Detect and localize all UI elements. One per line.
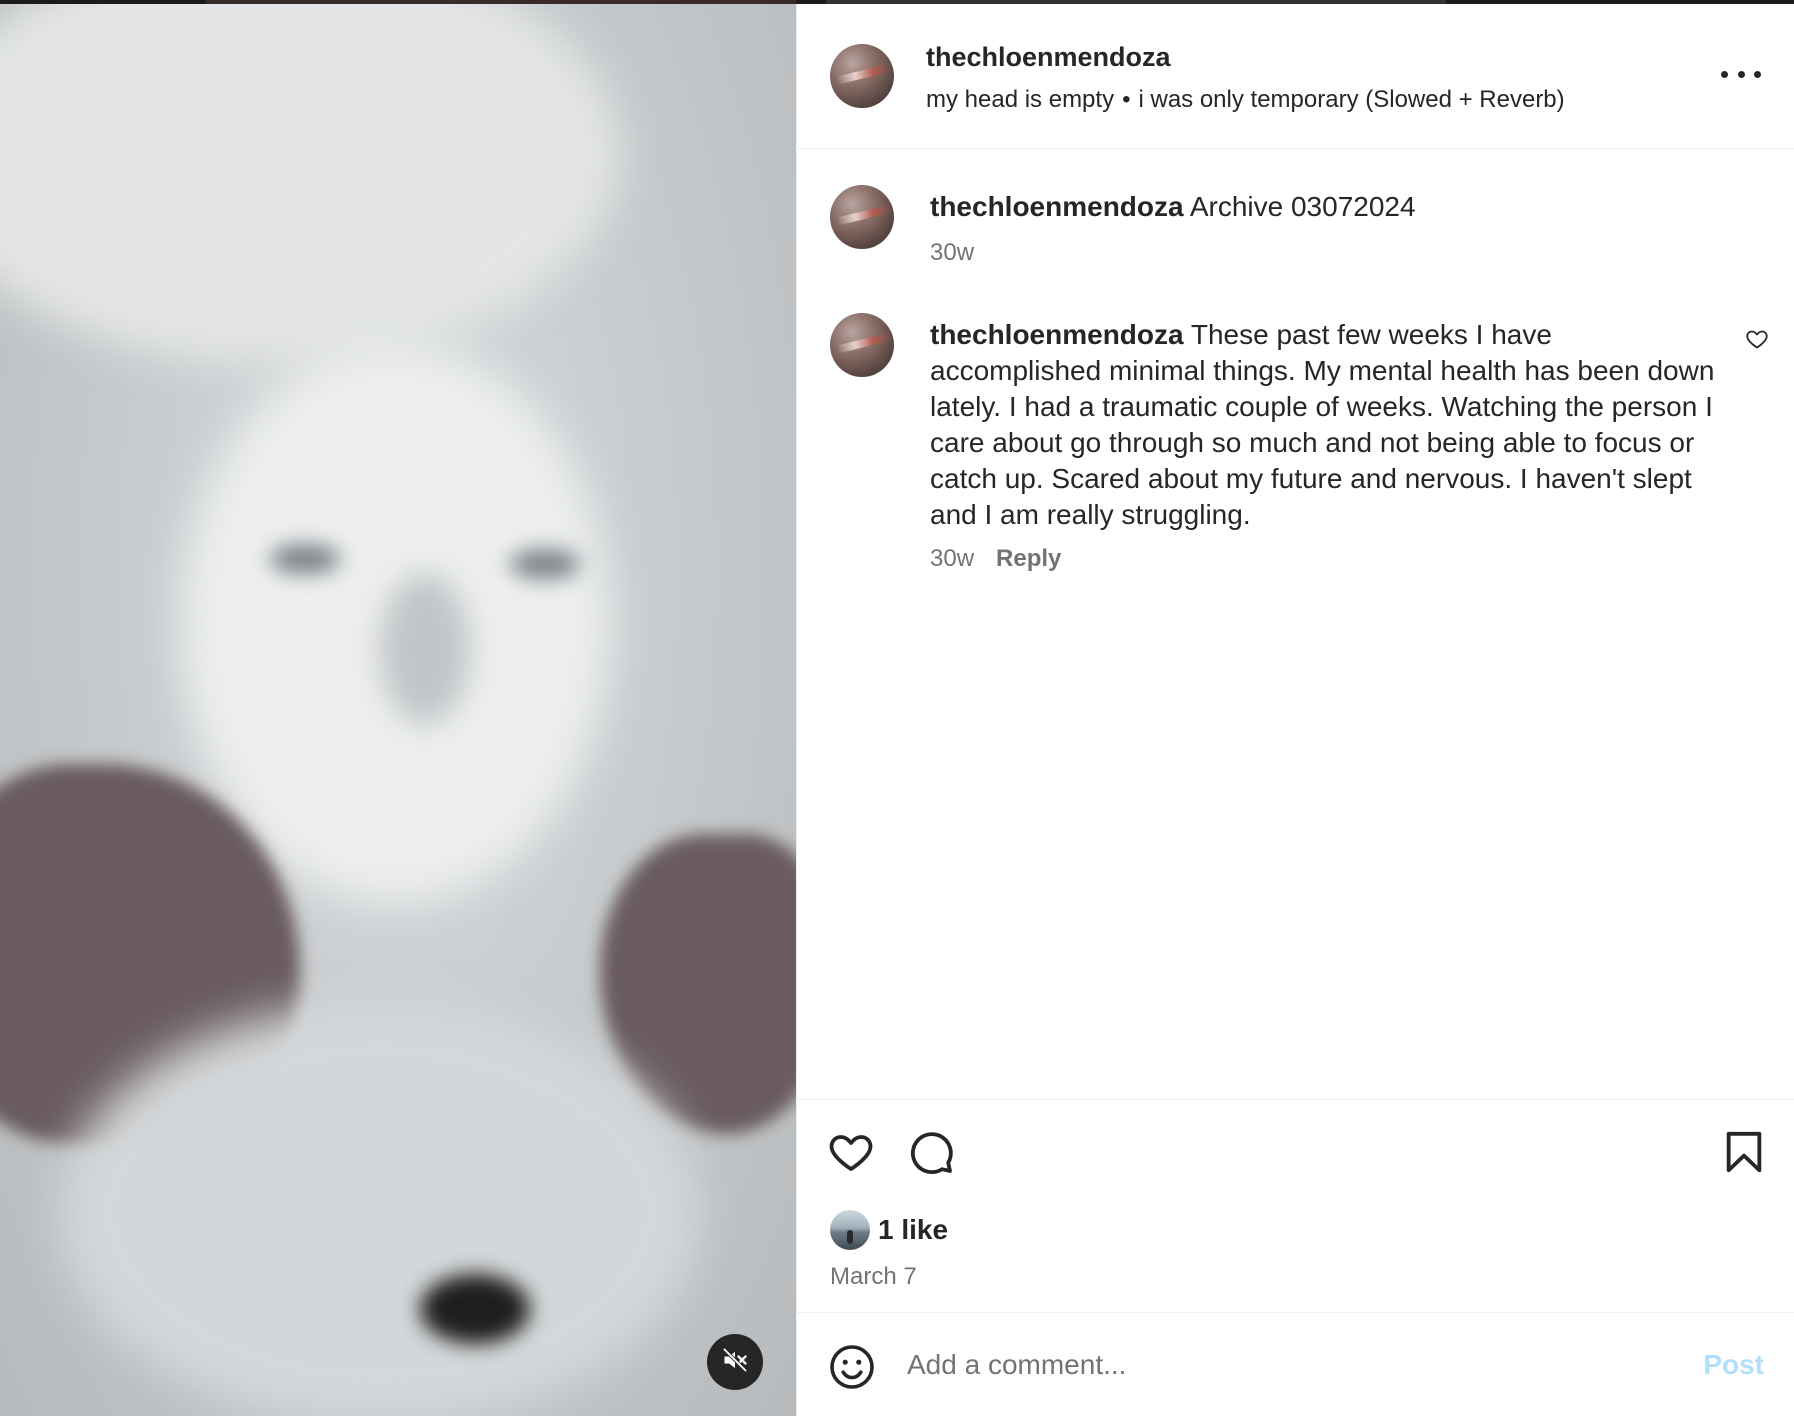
post-actions: 1 like March 7 — [797, 1099, 1794, 1312]
liker-avatar[interactable] — [830, 1210, 870, 1250]
reply-button[interactable]: Reply — [996, 545, 1061, 572]
audio-separator: • — [1122, 86, 1131, 113]
comment-bubble-icon[interactable] — [907, 1128, 955, 1181]
post-header: thechloenmendoza my head is empty • i was … — [797, 4, 1794, 149]
comment-username[interactable]: thechloenmendoza — [930, 191, 1184, 222]
comment-text: Archive 03072024 — [1189, 191, 1416, 222]
post-side-panel: thechloenmendoza my head is empty • i was … — [796, 4, 1794, 1416]
post-date[interactable]: March 7 — [830, 1263, 917, 1291]
emoji-smile-icon[interactable] — [828, 1343, 876, 1396]
comment-body: thechloenmendoza These past few weeks I … — [930, 317, 1720, 533]
avatar[interactable] — [830, 44, 894, 108]
video-shadow-shape — [380, 574, 470, 724]
video-blur-shape — [60, 1004, 700, 1416]
audio-song[interactable]: i was only temporary (Slowed + Reverb) — [1138, 86, 1564, 113]
comment-meta: 30w Reply — [930, 545, 1061, 573]
comment-composer: Post — [797, 1312, 1794, 1416]
speaker-muted-icon — [721, 1346, 749, 1379]
video-blur-shape — [0, 4, 620, 364]
comment-username[interactable]: thechloenmendoza — [930, 319, 1184, 350]
comment-time[interactable]: 30w — [930, 239, 974, 266]
comment-input[interactable] — [907, 1339, 1667, 1391]
audio-track[interactable]: my head is empty — [926, 86, 1114, 113]
video-dark-shape — [420, 1274, 530, 1344]
post-comment-button[interactable]: Post — [1703, 1349, 1764, 1381]
post-video[interactable] — [0, 4, 796, 1416]
heart-icon[interactable] — [827, 1128, 875, 1181]
comment-time[interactable]: 30w — [930, 545, 974, 572]
comment-body: thechloenmendoza Archive 03072024 — [930, 189, 1720, 225]
audio-attribution[interactable]: my head is empty • i was only temporary (S… — [926, 86, 1565, 114]
bookmark-icon[interactable] — [1721, 1128, 1767, 1181]
post-author-username[interactable]: thechloenmendoza — [926, 42, 1171, 73]
comment-heart-icon[interactable] — [1745, 327, 1769, 356]
comment-text: These past few weeks I have accomplished… — [930, 319, 1715, 530]
avatar[interactable] — [830, 185, 894, 249]
caption-comment: thechloenmendoza Archive 03072024 30w — [797, 185, 1794, 275]
mute-button[interactable] — [707, 1334, 763, 1390]
likes-count[interactable]: 1 like — [878, 1214, 948, 1246]
video-shadow-shape — [270, 544, 340, 574]
video-shadow-shape — [510, 549, 580, 579]
more-options-icon[interactable] — [1721, 62, 1761, 86]
likes-row[interactable]: 1 like — [830, 1210, 948, 1250]
comment-item: thechloenmendoza These past few weeks I … — [797, 313, 1794, 593]
comment-meta: 30w — [930, 239, 974, 267]
comments-list: thechloenmendoza Archive 03072024 30w th… — [797, 149, 1794, 1099]
avatar[interactable] — [830, 313, 894, 377]
